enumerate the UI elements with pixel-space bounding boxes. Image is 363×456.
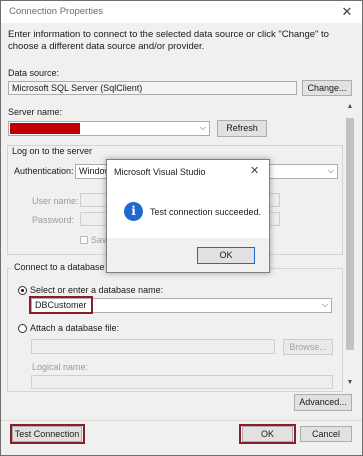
browse-button: Browse...: [283, 339, 333, 355]
attach-file-field: [31, 339, 275, 354]
save-password-checkbox: [80, 236, 88, 244]
intro-text: Enter information to connect to the sele…: [8, 29, 329, 52]
logical-name-field: [31, 375, 333, 389]
chevron-down-icon[interactable]: ⌵: [200, 122, 206, 133]
data-source-field: Microsoft SQL Server (SqlClient): [8, 81, 297, 95]
scroll-thumb[interactable]: [346, 118, 354, 350]
attach-database-label: Attach a database file:: [30, 323, 120, 333]
user-name-label: User name:: [32, 196, 79, 206]
change-button[interactable]: Change...: [302, 80, 352, 96]
dialog-message: Test connection succeeded.: [150, 207, 262, 217]
close-icon[interactable]: ✕: [336, 3, 358, 21]
message-dialog: Microsoft Visual Studio ✕ i Test connect…: [106, 159, 270, 273]
logical-name-label: Logical name:: [32, 362, 89, 372]
footer-divider: [1, 420, 362, 421]
data-source-label: Data source:: [8, 68, 60, 78]
attach-database-radio[interactable]: [18, 324, 27, 333]
dialog-button-bar: OK: [107, 238, 269, 272]
dialog-title: Microsoft Visual Studio: [114, 167, 206, 177]
refresh-button[interactable]: Refresh: [217, 120, 267, 137]
redacted-server-name: [10, 123, 80, 134]
select-database-label: Select or enter a database name:: [30, 285, 164, 295]
chevron-down-icon[interactable]: ⌵: [322, 299, 328, 310]
chevron-down-icon[interactable]: ⌵: [328, 165, 334, 176]
dialog-ok-button[interactable]: OK: [197, 247, 255, 264]
ok-highlight: [239, 424, 296, 444]
password-label: Password:: [32, 215, 75, 225]
select-database-radio[interactable]: [18, 286, 27, 295]
info-icon: i: [124, 202, 143, 221]
cancel-button[interactable]: Cancel: [300, 426, 352, 442]
database-highlight: [29, 296, 93, 314]
title-bar: Connection Properties ✕: [1, 1, 362, 23]
window-title: Connection Properties: [9, 6, 103, 17]
database-group-label: Connect to a database: [12, 262, 107, 272]
advanced-button[interactable]: Advanced...: [294, 394, 352, 411]
logon-group-label: Log on to the server: [12, 146, 93, 156]
scroll-down-icon[interactable]: ▼: [344, 379, 356, 386]
authentication-label: Authentication:: [14, 166, 74, 176]
scroll-up-icon[interactable]: ▲: [344, 103, 356, 110]
server-name-combobox[interactable]: ⌵: [8, 121, 210, 136]
close-icon[interactable]: ✕: [250, 164, 259, 177]
server-name-label: Server name:: [8, 107, 63, 117]
test-connection-highlight: [10, 424, 85, 444]
